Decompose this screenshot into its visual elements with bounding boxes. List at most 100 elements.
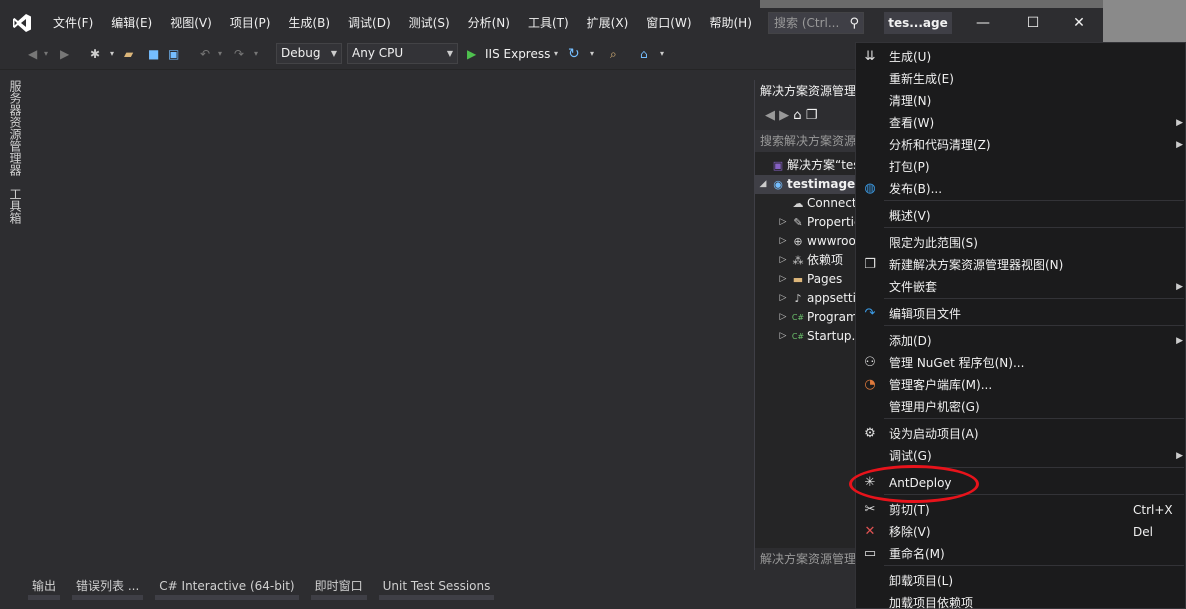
tree-item[interactable]: ▷ ⊕ wwwroot	[755, 232, 858, 251]
redo-icon[interactable]: ↷	[234, 38, 244, 70]
tab-csharp-interactive[interactable]: C# Interactive (64-bit)	[155, 572, 299, 600]
browser-link-icon[interactable]: ⌂	[640, 38, 648, 70]
save-icon[interactable]: ■	[148, 38, 159, 70]
context-menu-item[interactable]: ▭ 重命名(M)	[856, 543, 1186, 565]
context-menu-item[interactable]: 查看(W) ▶	[856, 112, 1186, 134]
context-menu-item[interactable]: ⚇ 管理 NuGet 程序包(N)...	[856, 352, 1186, 374]
context-menu-item[interactable]: ◍ 发布(B)...	[856, 178, 1186, 200]
expand-arrow-icon[interactable]: ▷	[777, 251, 789, 270]
run-target-label[interactable]: IIS Express	[485, 38, 550, 70]
menu-project[interactable]: 项目(P)	[221, 8, 280, 38]
expand-arrow-icon[interactable]: ▷	[777, 232, 789, 251]
refresh-dropdown-icon[interactable]: ▾	[590, 38, 594, 70]
context-menu-item[interactable]: 文件嵌套 ▶	[856, 276, 1186, 298]
toolbox-tab[interactable]: 工具箱	[8, 188, 24, 224]
menu-extensions[interactable]: 扩展(X)	[578, 8, 638, 38]
tree-item[interactable]: ☁Connected Services	[755, 194, 859, 213]
new-dropdown-icon[interactable]: ▾	[110, 38, 114, 70]
tree-item[interactable]: ▷C#Program.cs	[755, 308, 858, 327]
undo-dropdown-icon[interactable]: ▾	[218, 38, 222, 70]
back-icon[interactable]: ◀	[765, 108, 775, 123]
configuration-select[interactable]: Debug ▼	[276, 43, 342, 64]
context-menu-item[interactable]: ❐ 新建解决方案资源管理器视图(N)	[856, 254, 1186, 276]
desktop-background-corner	[1103, 0, 1186, 42]
home-icon[interactable]: ⌂	[793, 108, 801, 123]
undo-icon[interactable]: ↶	[200, 38, 210, 70]
tab-error-list[interactable]: 错误列表 ...	[72, 572, 144, 600]
expand-arrow-icon[interactable]: ▷	[777, 308, 789, 327]
solution-explorer-footer-tab[interactable]: 解决方案资源管理器	[755, 548, 859, 570]
platform-select[interactable]: Any CPU ▼	[347, 43, 458, 64]
context-menu-item[interactable]: 分析和代码清理(Z) ▶	[856, 134, 1186, 156]
tree-item[interactable]: ▷ ▬ Pages	[755, 270, 858, 289]
expand-arrow-icon[interactable]: ▷	[777, 327, 789, 346]
refresh-icon[interactable]: ↻	[568, 38, 580, 70]
expand-arrow-icon[interactable]: ▷	[777, 213, 789, 232]
back-dropdown-icon[interactable]: ▾	[44, 38, 48, 70]
context-menu-item[interactable]: ⚙ 设为启动项目(A)	[856, 423, 1186, 445]
menu-window[interactable]: 窗口(W)	[637, 8, 700, 38]
context-menu-item[interactable]: ✕ 移除(V) Del	[856, 521, 1186, 543]
tab-unit-test-sessions[interactable]: Unit Test Sessions	[378, 572, 495, 600]
save-all-icon[interactable]: ▣	[168, 38, 179, 70]
tree-item[interactable]: ▣解决方案“testimage”	[755, 156, 858, 175]
menu-view[interactable]: 视图(V)	[161, 8, 221, 38]
tree-item[interactable]: ▷C#Startup.cs	[755, 327, 858, 346]
menu-analyze[interactable]: 分析(N)	[459, 8, 519, 38]
context-menu-item[interactable]: 添加(D) ▶	[856, 330, 1186, 352]
context-menu-item[interactable]: 加载项目依赖项	[856, 592, 1186, 609]
visual-studio-logo-icon	[0, 8, 44, 38]
menu-file[interactable]: 文件(F)	[44, 8, 102, 38]
tree-item[interactable]: ◢ ◉ testimage	[755, 175, 858, 194]
configuration-value: Debug	[281, 46, 321, 60]
expand-arrow-icon[interactable]: ▷	[777, 270, 789, 289]
maximize-button[interactable]: ☐	[1010, 8, 1056, 38]
context-menu-item[interactable]: 重新生成(E)	[856, 68, 1186, 90]
tab-output[interactable]: 输出	[28, 572, 61, 600]
navigate-forward-icon[interactable]: ▶	[60, 38, 69, 70]
expand-arrow-icon[interactable]: ◢	[757, 175, 769, 194]
switch-views-icon[interactable]: ❐	[806, 108, 818, 123]
forward-icon[interactable]: ▶	[779, 108, 789, 123]
tab-immediate-window[interactable]: 即时窗口	[310, 572, 367, 600]
close-button[interactable]: ✕	[1056, 8, 1102, 38]
context-menu-item[interactable]: 限定为此范围(S)	[856, 232, 1186, 254]
context-menu-item[interactable]: 调试(G) ▶	[856, 445, 1186, 467]
tree-item[interactable]: ▷ ♪ appsettings.json	[755, 289, 858, 308]
find-in-files-icon[interactable]: ⌕	[610, 38, 617, 70]
context-menu-item[interactable]: 管理用户机密(G)	[856, 396, 1186, 418]
tree-item[interactable]: ▷ ⁂ 依赖项	[755, 251, 858, 270]
redo-dropdown-icon[interactable]: ▾	[254, 38, 258, 70]
navigate-back-icon[interactable]: ◀	[28, 38, 37, 70]
editor-area[interactable]	[28, 76, 752, 570]
menu-edit[interactable]: 编辑(E)	[102, 8, 161, 38]
menu-bar: 文件(F) 编辑(E) 视图(V) 项目(P) 生成(B) 调试(D) 测试(S…	[0, 8, 1103, 38]
context-menu-item[interactable]: ↷ 编辑项目文件	[856, 303, 1186, 325]
folder-icon: ▬	[792, 273, 804, 286]
menu-test[interactable]: 测试(S)	[400, 8, 459, 38]
menu-build[interactable]: 生成(B)	[279, 8, 339, 38]
start-debugging-icon[interactable]: ▶	[467, 38, 476, 70]
menu-debug[interactable]: 调试(D)	[339, 8, 400, 38]
solution-search-input[interactable]: 搜索解决方案资源管理器	[755, 130, 858, 152]
context-menu-label: 加载项目依赖项	[889, 596, 974, 609]
menu-tools[interactable]: 工具(T)	[519, 8, 578, 38]
context-menu-item[interactable]: 打包(P)	[856, 156, 1186, 178]
search-input[interactable]: 搜索 (Ctrl... ⚲	[768, 12, 864, 34]
context-menu-item[interactable]: 卸载项目(L)	[856, 570, 1186, 592]
context-menu-item[interactable]: ⇊ 生成(U)	[856, 46, 1186, 68]
menu-help[interactable]: 帮助(H)	[701, 8, 761, 38]
server-explorer-tab[interactable]: 服务器资源管理器	[8, 80, 24, 176]
side-tool-tabs: 服务器资源管理器 工具箱	[0, 76, 28, 596]
minimize-button[interactable]: —	[960, 8, 1006, 38]
new-project-icon[interactable]: ✱	[90, 38, 100, 70]
expand-arrow-icon[interactable]: ▷	[777, 289, 789, 308]
run-target-dropdown-icon[interactable]: ▾	[554, 38, 558, 70]
toolbar-options-icon[interactable]: ▾	[660, 38, 664, 70]
tree-item[interactable]: ▷ ✎ Properties	[755, 213, 858, 232]
context-menu-item[interactable]: 清理(N)	[856, 90, 1186, 112]
open-folder-icon[interactable]: ▰	[124, 38, 133, 70]
context-menu-item[interactable]: ◔ 管理客户端库(M)...	[856, 374, 1186, 396]
tree-item-label: Connected Services	[807, 196, 858, 210]
context-menu-item[interactable]: 概述(V)	[856, 205, 1186, 227]
